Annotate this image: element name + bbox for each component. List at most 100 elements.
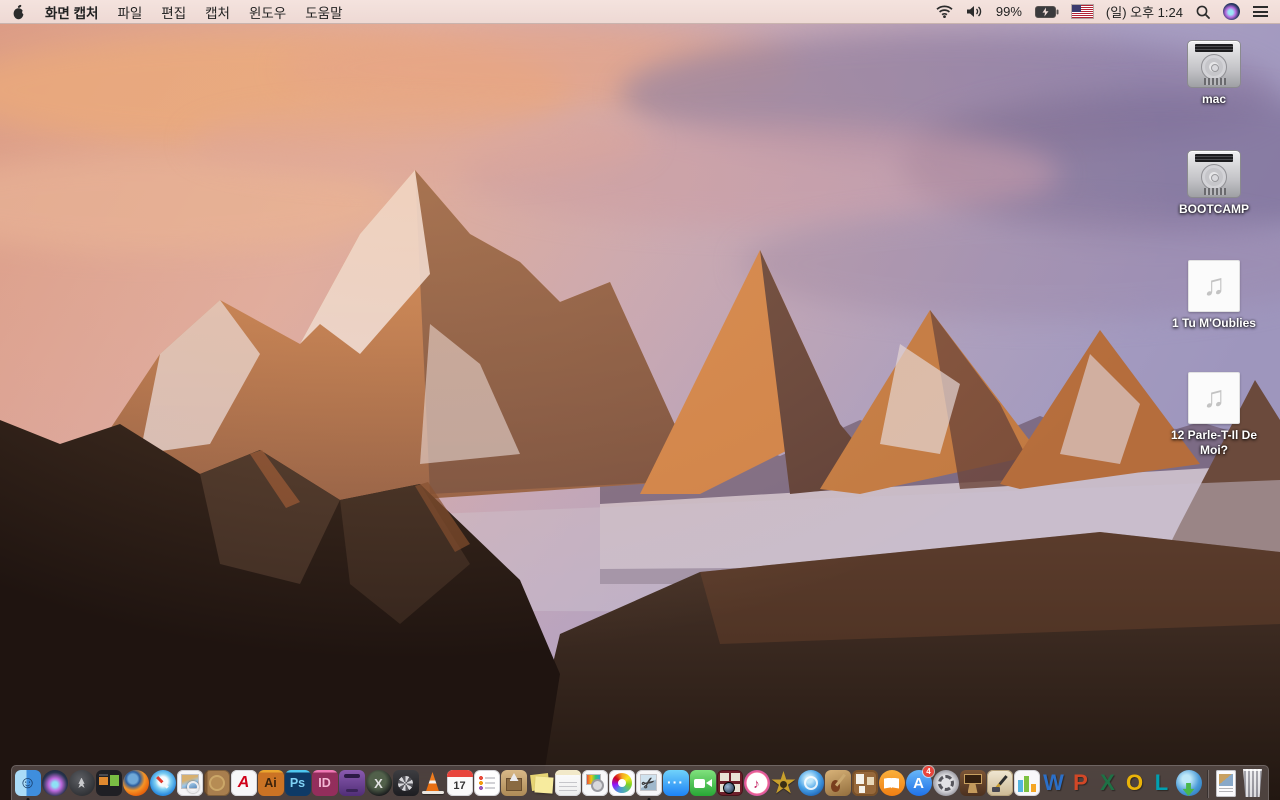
vlc-icon bbox=[420, 770, 446, 796]
dock-mission-control[interactable] bbox=[95, 766, 122, 800]
garageband-icon bbox=[824, 770, 851, 796]
photos-icon bbox=[608, 770, 635, 796]
dock-downloader[interactable] bbox=[1175, 766, 1202, 800]
dock-app-store[interactable]: A4 bbox=[905, 766, 934, 800]
hard-drive-icon bbox=[1187, 150, 1241, 198]
app-store-badge: 4 bbox=[923, 766, 934, 777]
dock-messages[interactable] bbox=[662, 766, 689, 800]
wallpaper-sierra-mountain bbox=[0, 24, 1280, 800]
dock-pages[interactable] bbox=[986, 766, 1013, 800]
menu-item-2[interactable]: 편집 bbox=[161, 2, 186, 22]
audio-file-icon: ♫ bbox=[1188, 260, 1240, 312]
dock-excel[interactable]: X bbox=[1094, 766, 1121, 800]
corkboard-icon bbox=[851, 770, 878, 796]
dock-illustrator[interactable]: Ai bbox=[257, 766, 284, 800]
dock-acrobat-reader[interactable]: A bbox=[230, 766, 257, 800]
indesign-label: ID bbox=[318, 775, 331, 790]
dock-launchpad[interactable] bbox=[68, 766, 95, 800]
dock-fan-control[interactable] bbox=[392, 766, 419, 800]
dock-colorsync[interactable] bbox=[581, 766, 608, 800]
active-app-menu[interactable]: 화면 캡처 bbox=[45, 2, 98, 22]
app-store-label: A bbox=[913, 774, 924, 792]
volume-icon[interactable] bbox=[966, 5, 983, 18]
dock-numbers[interactable] bbox=[1013, 766, 1040, 800]
desktop-icon-12-parle-t-il-de-moi-[interactable]: ♫ 12 Parle-T-Il De Moi? bbox=[1158, 372, 1270, 458]
dock-photos[interactable] bbox=[608, 766, 635, 800]
excel-icon: X bbox=[1095, 770, 1121, 796]
apple-menu[interactable] bbox=[12, 4, 26, 20]
textedit-icon bbox=[554, 770, 581, 796]
word-label: W bbox=[1043, 770, 1064, 795]
dock-address-book[interactable] bbox=[203, 766, 230, 800]
grab-icon bbox=[635, 770, 662, 796]
colorsync-icon bbox=[581, 770, 608, 796]
battery-charging-icon[interactable] bbox=[1034, 5, 1059, 18]
dock-powerpoint[interactable]: P bbox=[1067, 766, 1094, 800]
dock-calendar[interactable]: 17 bbox=[446, 766, 473, 800]
dock-lync[interactable]: L bbox=[1148, 766, 1175, 800]
dock-photo-booth[interactable] bbox=[716, 766, 743, 800]
dvd-player-icon bbox=[797, 770, 824, 796]
address-book-icon bbox=[203, 770, 230, 796]
siri-icon[interactable] bbox=[1223, 3, 1240, 20]
dock-facetime[interactable] bbox=[689, 766, 716, 800]
dock-keynote[interactable] bbox=[959, 766, 986, 800]
desktop-icon-1-tu-m-oublies[interactable]: ♫ 1 Tu M'Oublies bbox=[1158, 260, 1270, 331]
dock-textedit[interactable] bbox=[554, 766, 581, 800]
menu-item-4[interactable]: 윈도우 bbox=[249, 2, 286, 22]
spotlight-search-icon[interactable] bbox=[1196, 5, 1210, 19]
dock-grab[interactable] bbox=[635, 766, 662, 800]
toast-icon bbox=[338, 770, 365, 796]
ibooks-icon bbox=[878, 770, 905, 796]
desktop-icon-mac[interactable]: mac bbox=[1158, 40, 1270, 107]
stuffit-expander-icon bbox=[500, 770, 527, 796]
dock-dvd-player[interactable] bbox=[797, 766, 824, 800]
dock-safari[interactable] bbox=[149, 766, 176, 800]
dock-word[interactable]: W bbox=[1040, 766, 1067, 800]
dock-vlc[interactable] bbox=[419, 766, 446, 800]
dock-trash[interactable] bbox=[1239, 766, 1266, 800]
dock-indesign[interactable]: ID bbox=[311, 766, 338, 800]
input-source-us-flag[interactable] bbox=[1070, 4, 1094, 19]
wifi-icon[interactable] bbox=[936, 5, 953, 18]
dock-xee[interactable]: X bbox=[365, 766, 392, 800]
dock-corkboard[interactable] bbox=[851, 766, 878, 800]
dock-outlook[interactable]: O bbox=[1121, 766, 1148, 800]
dock-finder[interactable] bbox=[14, 766, 41, 800]
dock-toast[interactable] bbox=[338, 766, 365, 800]
calendar-label: 17 bbox=[453, 780, 466, 792]
dock-reminders[interactable] bbox=[473, 766, 500, 800]
menu-item-5[interactable]: 도움말 bbox=[305, 2, 342, 22]
dock-siri[interactable] bbox=[41, 766, 68, 800]
dock-stuffit-expander[interactable] bbox=[500, 766, 527, 800]
dock-firefox[interactable] bbox=[122, 766, 149, 800]
dock-photoshop[interactable]: Ps bbox=[284, 766, 311, 800]
launchpad-icon bbox=[68, 770, 95, 796]
dock-downloads-document[interactable] bbox=[1212, 766, 1239, 800]
menu-clock[interactable]: (일) 오후 1:24 bbox=[1106, 2, 1183, 21]
desktop-icon-label: BOOTCAMP bbox=[1179, 202, 1249, 216]
lync-label: L bbox=[1154, 770, 1169, 795]
dock-itunes[interactable] bbox=[743, 766, 770, 800]
dock-imovie[interactable] bbox=[770, 766, 797, 800]
downloads-document-icon bbox=[1215, 770, 1236, 797]
dock-garageband[interactable] bbox=[824, 766, 851, 800]
reminders-icon bbox=[473, 770, 500, 796]
notification-center-icon[interactable] bbox=[1253, 6, 1268, 17]
keynote-icon bbox=[959, 770, 986, 796]
dock-ibooks[interactable] bbox=[878, 766, 905, 800]
illustrator-icon: Ai bbox=[257, 770, 284, 796]
menu-item-3[interactable]: 캡처 bbox=[205, 2, 230, 22]
desktop-icon-bootcamp[interactable]: BOOTCAMP bbox=[1158, 150, 1270, 217]
acrobat-reader-icon: A bbox=[230, 770, 257, 796]
lync-icon: L bbox=[1149, 770, 1175, 796]
dock-stickies[interactable] bbox=[527, 766, 554, 800]
dock-preview[interactable] bbox=[176, 766, 203, 800]
excel-label: X bbox=[1100, 770, 1115, 795]
system-preferences-icon bbox=[932, 770, 959, 796]
menu-item-1[interactable]: 파일 bbox=[117, 2, 142, 22]
dock-system-preferences[interactable] bbox=[932, 766, 959, 800]
indesign-icon: ID bbox=[311, 770, 338, 796]
menu-bar: 화면 캡처 파일 편집 캡처 윈도우 도움말 99% (일) 오후 1:24 bbox=[0, 0, 1280, 24]
pages-icon bbox=[986, 770, 1013, 796]
